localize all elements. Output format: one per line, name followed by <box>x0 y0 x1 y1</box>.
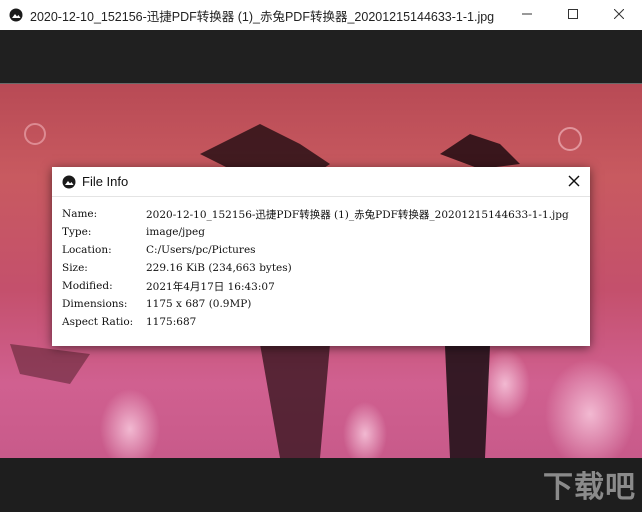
app-logo-icon <box>62 175 76 189</box>
close-icon <box>613 6 625 24</box>
info-row-aspect-ratio: Aspect Ratio: 1175:687 <box>52 313 590 331</box>
info-value: 1175:687 <box>146 316 197 328</box>
info-value: 2020-12-10_152156-迅捷PDF转换器 (1)_赤兔PDF转换器_… <box>146 208 569 221</box>
close-button[interactable] <box>596 0 642 30</box>
info-label: Type: <box>62 226 92 238</box>
title-bar: 2020-12-10_152156-迅捷PDF转换器 (1)_赤兔PDF转换器_… <box>0 0 642 30</box>
maximize-button[interactable] <box>550 0 596 30</box>
minimize-button[interactable] <box>504 0 550 30</box>
info-value: C:/Users/pc/Pictures <box>146 244 256 256</box>
app-logo-icon <box>9 8 23 22</box>
dialog-header: File Info <box>52 167 590 196</box>
file-info-dialog: File Info Name: 2020-12-10_152156-迅捷PDF转… <box>52 167 590 346</box>
maximize-icon <box>568 6 578 24</box>
info-label: Location: <box>62 244 112 256</box>
info-label: Size: <box>62 262 88 274</box>
watermark-logo: 下载吧 <box>543 470 636 505</box>
info-value: 2021年4月17日 16:43:07 <box>146 280 275 293</box>
close-icon[interactable] <box>567 174 581 188</box>
info-row-modified: Modified: 2021年4月17日 16:43:07 <box>52 277 590 295</box>
info-value: 1175 x 687 (0.9MP) <box>146 298 252 310</box>
info-label: Aspect Ratio: <box>62 316 134 328</box>
info-value: image/jpeg <box>146 226 205 238</box>
info-label: Modified: <box>62 280 113 292</box>
info-row-name: Name: 2020-12-10_152156-迅捷PDF转换器 (1)_赤兔P… <box>52 205 590 223</box>
info-row-dimensions: Dimensions: 1175 x 687 (0.9MP) <box>52 295 590 313</box>
file-info-list: Name: 2020-12-10_152156-迅捷PDF转换器 (1)_赤兔P… <box>52 197 590 331</box>
info-row-location: Location: C:/Users/pc/Pictures <box>52 241 590 259</box>
info-row-size: Size: 229.16 KiB (234,663 bytes) <box>52 259 590 277</box>
info-label: Name: <box>62 208 98 220</box>
dialog-title: File Info <box>82 174 129 189</box>
info-value: 229.16 KiB (234,663 bytes) <box>146 262 292 274</box>
minimize-icon <box>522 6 532 24</box>
viewer-top-bar <box>0 30 642 84</box>
info-label: Dimensions: <box>62 298 128 310</box>
info-row-type: Type: image/jpeg <box>52 223 590 241</box>
window-title: 2020-12-10_152156-迅捷PDF转换器 (1)_赤兔PDF转换器_… <box>30 9 495 24</box>
